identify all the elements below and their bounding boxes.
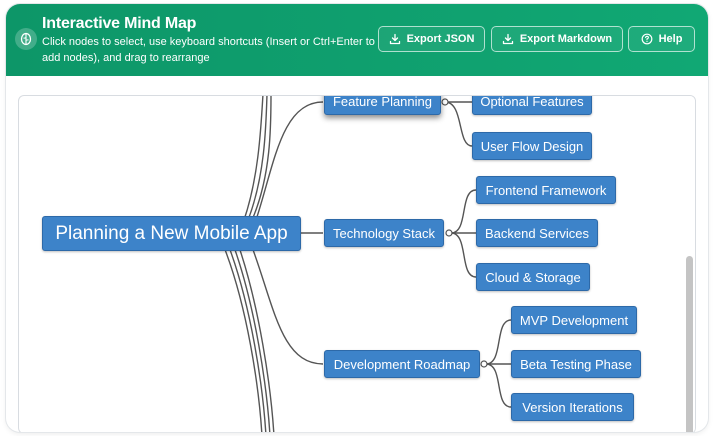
help-button[interactable]: Help bbox=[628, 26, 695, 52]
vertical-scrollbar[interactable] bbox=[685, 96, 695, 432]
mindmap-root-node[interactable]: Planning a New Mobile App bbox=[42, 216, 301, 251]
export-json-button[interactable]: Export JSON bbox=[378, 26, 485, 52]
app-subtitle: Click nodes to select, use keyboard shor… bbox=[42, 36, 375, 64]
mindmap-node-feature-planning[interactable]: Feature Planning bbox=[324, 96, 441, 115]
mindmap-links bbox=[223, 96, 512, 432]
question-circle-icon bbox=[641, 33, 652, 45]
mindmap-node-cloud-storage[interactable]: Cloud & Storage bbox=[476, 263, 590, 291]
download-icon bbox=[389, 33, 400, 45]
download-icon bbox=[502, 33, 513, 45]
mindmap-node-backend-services[interactable]: Backend Services bbox=[476, 219, 598, 247]
export-json-label: Export JSON bbox=[406, 33, 475, 45]
help-label: Help bbox=[658, 33, 683, 45]
app-title: Interactive Mind Map bbox=[42, 15, 197, 32]
mindmap-node-mvp-development[interactable]: MVP Development bbox=[511, 306, 637, 334]
mindmap-node-version-iterations[interactable]: Version Iterations bbox=[511, 393, 634, 421]
export-markdown-button[interactable]: Export Markdown bbox=[491, 26, 623, 52]
mindmap-node-technology-stack[interactable]: Technology Stack bbox=[324, 219, 444, 247]
mindmap-node-frontend-framework[interactable]: Frontend Framework bbox=[476, 176, 616, 204]
app-window: Interactive Mind Map Click nodes to sele… bbox=[6, 4, 708, 432]
scrollbar-thumb[interactable] bbox=[686, 256, 693, 432]
export-markdown-label: Export Markdown bbox=[519, 33, 613, 45]
mindmap-node-optional-features[interactable]: Optional Features bbox=[472, 96, 592, 115]
app-header: Interactive Mind Map Click nodes to sele… bbox=[6, 4, 708, 76]
mindmap-canvas[interactable]: Planning a New Mobile App Feature Planni… bbox=[18, 95, 696, 432]
brain-icon bbox=[15, 28, 37, 50]
mindmap-node-development-roadmap[interactable]: Development Roadmap bbox=[324, 350, 480, 378]
mindmap-node-beta-testing-phase[interactable]: Beta Testing Phase bbox=[511, 350, 641, 378]
mindmap-node-user-flow-design[interactable]: User Flow Design bbox=[472, 132, 592, 160]
